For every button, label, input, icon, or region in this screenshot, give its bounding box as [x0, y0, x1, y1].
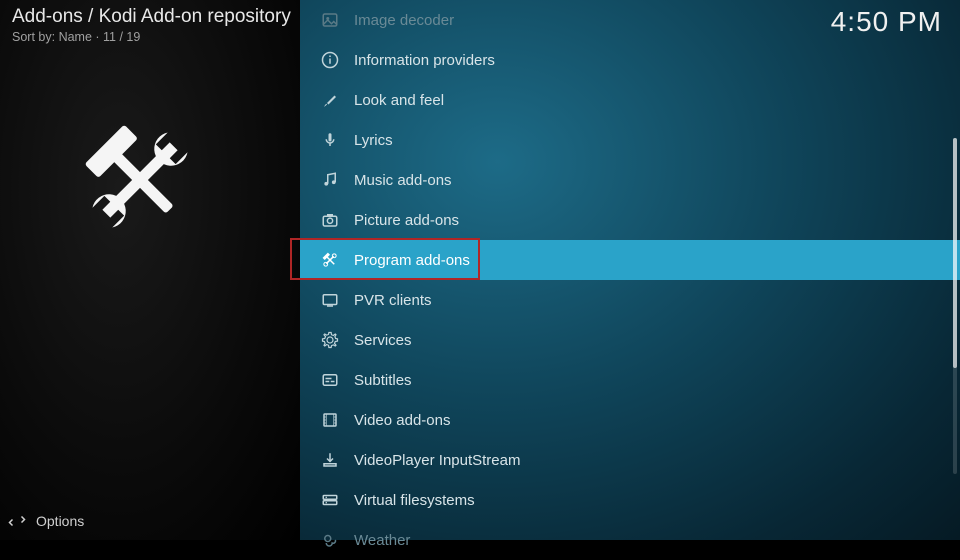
list-item-virtual-filesystems[interactable]: Virtual filesystems [300, 480, 960, 520]
list-item-label: Weather [354, 532, 410, 549]
list-item-image-decoder[interactable]: Image decoder [300, 0, 960, 40]
addon-category-list: Image decoder Information providers Look… [300, 0, 960, 540]
scrollbar[interactable] [953, 138, 957, 474]
list-item-label: Music add-ons [354, 172, 452, 189]
list-item-weather[interactable]: Weather [300, 520, 960, 560]
list-item-services[interactable]: Services [300, 320, 960, 360]
list-item-label: Look and feel [354, 92, 444, 109]
list-item-label: Program add-ons [354, 252, 470, 269]
subtitles-icon [320, 370, 340, 390]
music-icon [320, 170, 340, 190]
sort-line: Sort by: Name · 11 / 19 [12, 30, 140, 44]
list-item-picture-addons[interactable]: Picture add-ons [300, 200, 960, 240]
list-item-label: Picture add-ons [354, 212, 459, 229]
sort-label: Sort by: [12, 30, 55, 44]
list-item-pvr-clients[interactable]: PVR clients [300, 280, 960, 320]
tools-icon [70, 110, 210, 250]
list-item-videoplayer-inputstream[interactable]: VideoPlayer InputStream [300, 440, 960, 480]
list-item-label: Video add-ons [354, 412, 450, 429]
camera-icon [320, 210, 340, 230]
list-item-label: Lyrics [354, 132, 393, 149]
image-icon [320, 10, 340, 30]
tools-small-icon [320, 250, 340, 270]
info-icon [320, 50, 340, 70]
list-item-label: VideoPlayer InputStream [354, 452, 521, 469]
scrollbar-thumb[interactable] [953, 138, 957, 368]
film-icon [320, 410, 340, 430]
left-panel [0, 0, 300, 540]
options-icon [8, 512, 26, 530]
list-item-music-addons[interactable]: Music add-ons [300, 160, 960, 200]
sort-value: Name [59, 30, 92, 44]
list-item-label: Image decoder [354, 12, 454, 29]
breadcrumb: Add-ons / Kodi Add-on repository [12, 6, 291, 28]
list-item-program-addons[interactable]: Program add-ons [300, 240, 960, 280]
brush-icon [320, 90, 340, 110]
tv-icon [320, 290, 340, 310]
mic-icon [320, 130, 340, 150]
list-position: 11 / 19 [103, 30, 140, 44]
list-item-look-and-feel[interactable]: Look and feel [300, 80, 960, 120]
options-button[interactable]: Options [8, 512, 84, 530]
hdd-icon [320, 490, 340, 510]
list-item-label: PVR clients [354, 292, 432, 309]
list-item-information-providers[interactable]: Information providers [300, 40, 960, 80]
weather-icon [320, 530, 340, 550]
list-item-label: Information providers [354, 52, 495, 69]
list-item-label: Services [354, 332, 412, 349]
list-item-video-addons[interactable]: Video add-ons [300, 400, 960, 440]
download-icon [320, 450, 340, 470]
gear-icon [320, 330, 340, 350]
options-label: Options [36, 513, 84, 529]
list-item-label: Virtual filesystems [354, 492, 475, 509]
list-item-label: Subtitles [354, 372, 412, 389]
list-item-lyrics[interactable]: Lyrics [300, 120, 960, 160]
list-item-subtitles[interactable]: Subtitles [300, 360, 960, 400]
